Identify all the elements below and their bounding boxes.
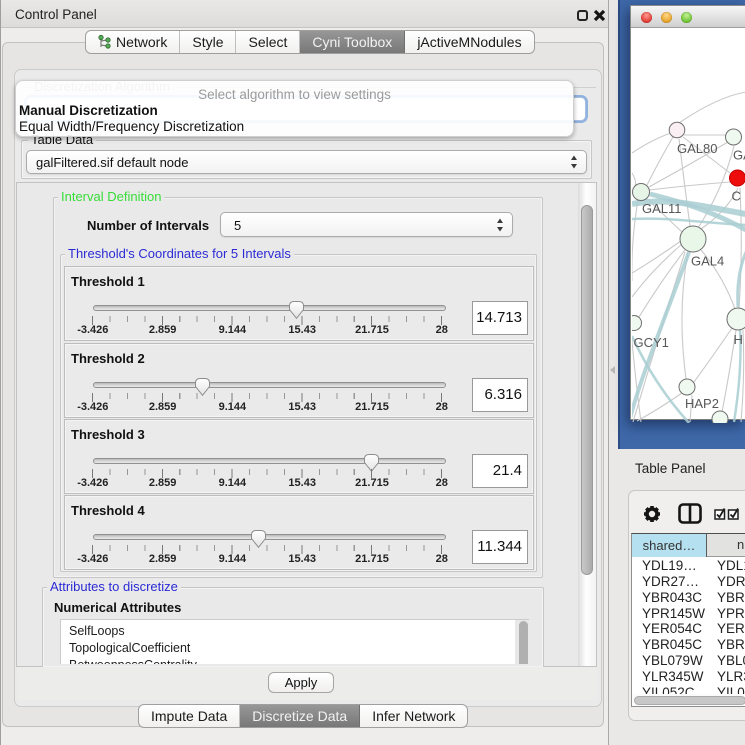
svg-text:GCY1: GCY1 (634, 335, 669, 350)
svg-text:GAL4: GAL4 (691, 254, 724, 269)
svg-text:H: H (734, 332, 743, 347)
svg-text:HAP2: HAP2 (685, 396, 719, 411)
svg-text:GAL11: GAL11 (642, 201, 682, 216)
svg-text:GA: GA (733, 148, 745, 163)
svg-text:GAL80: GAL80 (677, 141, 717, 156)
svg-text:C: C (732, 189, 741, 204)
